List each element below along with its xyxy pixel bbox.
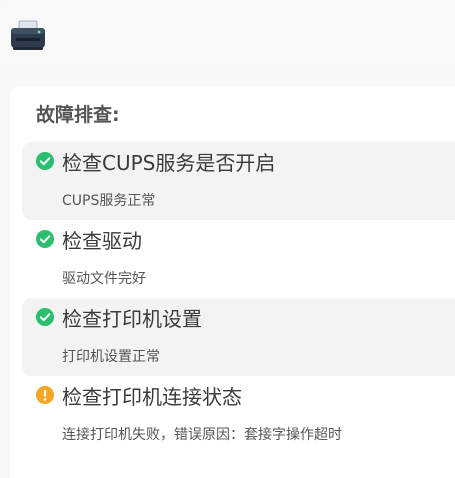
check-item-printer-settings: 检查打印机设置 打印机设置正常 (22, 298, 455, 376)
printer-troubleshoot-window: 故障排查: 检查CUPS服务是否开启 CUPS服务正常 检查驱动 驱动文件完好 … (0, 0, 455, 478)
printer-icon (11, 20, 45, 50)
warning-circle-icon (36, 386, 54, 404)
check-circle-icon (36, 308, 54, 326)
check-circle-icon (36, 152, 54, 170)
check-item-title: 检查打印机连接状态 (62, 385, 242, 409)
check-item-title: 检查驱动 (62, 229, 142, 253)
check-item-description: CUPS服务正常 (62, 193, 156, 209)
check-item-title: 检查打印机设置 (62, 307, 202, 331)
troubleshoot-panel: 故障排查: 检查CUPS服务是否开启 CUPS服务正常 检查驱动 驱动文件完好 … (10, 86, 455, 478)
panel-title: 故障排查: (36, 104, 120, 126)
check-item-description: 打印机设置正常 (62, 349, 160, 365)
check-item-title: 检查CUPS服务是否开启 (62, 151, 276, 175)
check-item-description: 驱动文件完好 (62, 271, 146, 287)
check-item-description: 连接打印机失败，错误原因：套接字操作超时 (62, 427, 342, 443)
check-item-driver: 检查驱动 驱动文件完好 (22, 220, 455, 298)
check-item-cups: 检查CUPS服务是否开启 CUPS服务正常 (22, 142, 455, 220)
check-circle-icon (36, 230, 54, 248)
check-item-connection: 检查打印机连接状态 连接打印机失败，错误原因：套接字操作超时 (22, 376, 455, 454)
titlebar[interactable] (0, 0, 455, 66)
